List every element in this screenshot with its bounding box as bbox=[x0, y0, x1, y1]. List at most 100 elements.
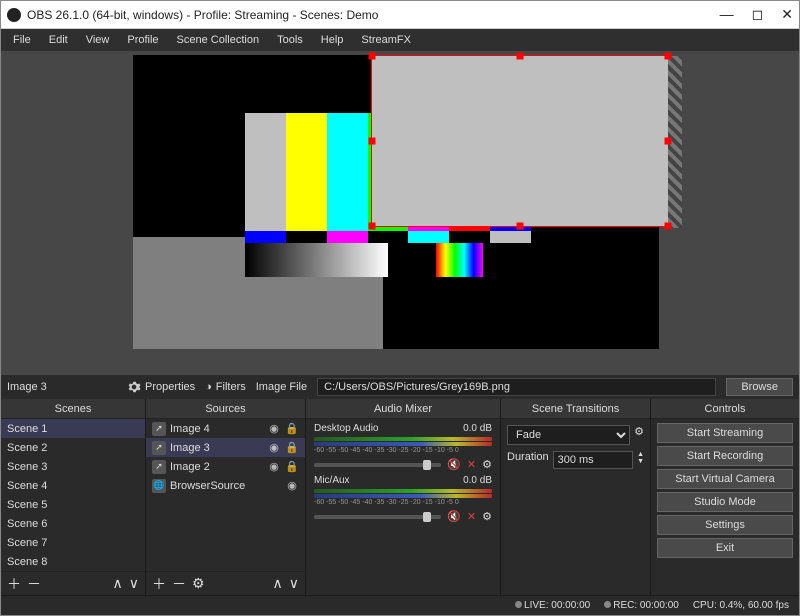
properties-button[interactable]: Properties bbox=[127, 380, 195, 394]
move-source-up-button[interactable]: ∧ bbox=[273, 575, 283, 592]
source-item[interactable]: ➚ Image 2 ◉ 🔒 bbox=[146, 457, 305, 476]
filters-button[interactable]: ◑ Filters bbox=[205, 381, 246, 393]
transition-select[interactable]: Fade bbox=[507, 425, 630, 445]
image-icon: ➚ bbox=[152, 441, 166, 455]
sources-header: Sources bbox=[146, 399, 305, 419]
scene-item[interactable]: Scene 2 bbox=[1, 438, 145, 457]
resize-handle-se[interactable] bbox=[665, 223, 672, 230]
channel-name: Desktop Audio bbox=[314, 423, 379, 434]
mute-button[interactable]: 🔇 bbox=[447, 458, 461, 471]
remove-channel-icon[interactable]: ✕ bbox=[467, 510, 476, 523]
preview-canvas[interactable] bbox=[133, 55, 659, 349]
menu-edit[interactable]: Edit bbox=[41, 32, 76, 48]
transitions-header: Scene Transitions bbox=[501, 399, 650, 419]
visibility-toggle[interactable]: ◉ bbox=[267, 441, 281, 454]
menu-help[interactable]: Help bbox=[313, 32, 352, 48]
duration-input[interactable]: 300 ms bbox=[553, 451, 633, 469]
resize-handle-nw[interactable] bbox=[369, 53, 376, 60]
window-title: OBS 26.1.0 (64-bit, windows) - Profile: … bbox=[27, 8, 720, 22]
source-item[interactable]: 🌐 BrowserSource ◉ bbox=[146, 476, 305, 495]
resize-handle-n[interactable] bbox=[517, 53, 524, 60]
mixer-header: Audio Mixer bbox=[306, 399, 500, 419]
duration-step-up[interactable]: ▲ bbox=[637, 451, 644, 458]
move-scene-down-button[interactable]: ∨ bbox=[129, 575, 139, 592]
preview-area[interactable] bbox=[1, 51, 799, 375]
browse-button[interactable]: Browse bbox=[726, 378, 793, 396]
resize-handle-sw[interactable] bbox=[369, 223, 376, 230]
menu-streamfx[interactable]: StreamFX bbox=[353, 32, 419, 48]
close-button[interactable]: ✕ bbox=[781, 6, 793, 23]
scene-item[interactable]: Scene 7 bbox=[1, 533, 145, 552]
visibility-toggle[interactable]: ◉ bbox=[267, 460, 281, 473]
scene-item[interactable]: Scene 8 bbox=[1, 552, 145, 571]
resize-handle-w[interactable] bbox=[369, 138, 376, 145]
scene-item[interactable]: Scene 5 bbox=[1, 495, 145, 514]
source-item[interactable]: ➚ Image 3 ◉ 🔒 bbox=[146, 438, 305, 457]
scenes-panel: Scenes Scene 1 Scene 2 Scene 3 Scene 4 S… bbox=[1, 399, 146, 595]
source-item[interactable]: ➚ Image 4 ◉ 🔒 bbox=[146, 419, 305, 438]
sources-list[interactable]: ➚ Image 4 ◉ 🔒 ➚ Image 3 ◉ 🔒 ➚ Image 2 ◉ … bbox=[146, 419, 305, 571]
mute-button[interactable]: 🔇 bbox=[447, 510, 461, 523]
menu-file[interactable]: File bbox=[5, 32, 39, 48]
maximize-button[interactable]: ◻ bbox=[752, 6, 764, 23]
lock-toggle[interactable]: 🔒 bbox=[285, 441, 299, 454]
channel-level: 0.0 dB bbox=[463, 475, 492, 486]
scene-item[interactable]: Scene 6 bbox=[1, 514, 145, 533]
scene-item[interactable]: Scene 4 bbox=[1, 476, 145, 495]
menu-tools[interactable]: Tools bbox=[269, 32, 311, 48]
exit-button[interactable]: Exit bbox=[657, 538, 793, 558]
rec-status: REC: 00:00:00 bbox=[613, 600, 679, 611]
channel-settings-button[interactable]: ⚙ bbox=[482, 510, 492, 523]
cpu-status: CPU: 0.4%, 60.00 fps bbox=[693, 600, 789, 611]
transition-settings-button[interactable]: ⚙ bbox=[634, 425, 644, 445]
mixer-channel: Mic/Aux0.0 dB -60 -55 -50 -45 -40 -35 -3… bbox=[306, 471, 500, 523]
file-path-input[interactable]: C:/Users/OBS/Pictures/Grey169B.png bbox=[317, 378, 716, 396]
source-settings-button[interactable]: ⚙ bbox=[192, 575, 205, 592]
remove-source-button[interactable]: － bbox=[172, 574, 186, 594]
menu-view[interactable]: View bbox=[78, 32, 118, 48]
meter-ticks: -60 -55 -50 -45 -40 -35 -30 -25 -20 -15 … bbox=[314, 447, 492, 454]
duration-step-down[interactable]: ▼ bbox=[637, 458, 644, 465]
lock-toggle[interactable]: 🔒 bbox=[285, 460, 299, 473]
remove-scene-button[interactable]: － bbox=[27, 574, 41, 594]
transitions-panel: Scene Transitions Fade ⚙ Duration 300 ms… bbox=[501, 399, 651, 595]
menu-scene-collection[interactable]: Scene Collection bbox=[169, 32, 268, 48]
scenes-list[interactable]: Scene 1 Scene 2 Scene 3 Scene 4 Scene 5 … bbox=[1, 419, 145, 571]
resize-handle-ne[interactable] bbox=[665, 53, 672, 60]
channel-settings-button[interactable]: ⚙ bbox=[482, 458, 492, 471]
vu-meter bbox=[314, 442, 492, 446]
resize-handle-s[interactable] bbox=[517, 223, 524, 230]
channel-name: Mic/Aux bbox=[314, 475, 350, 486]
source-image3-selected[interactable] bbox=[371, 55, 669, 227]
move-source-down-button[interactable]: ∨ bbox=[289, 575, 299, 592]
lock-toggle[interactable]: 🔒 bbox=[285, 422, 299, 435]
menubar: File Edit View Profile Scene Collection … bbox=[1, 29, 799, 51]
app-window: OBS 26.1.0 (64-bit, windows) - Profile: … bbox=[0, 0, 800, 616]
start-streaming-button[interactable]: Start Streaming bbox=[657, 423, 793, 443]
titlebar: OBS 26.1.0 (64-bit, windows) - Profile: … bbox=[1, 1, 799, 29]
visibility-toggle[interactable]: ◉ bbox=[285, 479, 299, 492]
menu-profile[interactable]: Profile bbox=[119, 32, 166, 48]
volume-slider[interactable] bbox=[314, 463, 441, 467]
settings-button[interactable]: Settings bbox=[657, 515, 793, 535]
start-recording-button[interactable]: Start Recording bbox=[657, 446, 793, 466]
move-scene-up-button[interactable]: ∧ bbox=[113, 575, 123, 592]
controls-panel: Controls Start Streaming Start Recording… bbox=[651, 399, 799, 595]
resize-handle-e[interactable] bbox=[665, 138, 672, 145]
remove-channel-icon[interactable]: ✕ bbox=[467, 458, 476, 471]
start-virtual-camera-button[interactable]: Start Virtual Camera bbox=[657, 469, 793, 489]
add-scene-button[interactable]: ＋ bbox=[7, 574, 21, 594]
scene-item[interactable]: Scene 3 bbox=[1, 457, 145, 476]
studio-mode-button[interactable]: Studio Mode bbox=[657, 492, 793, 512]
add-source-button[interactable]: ＋ bbox=[152, 574, 166, 594]
gear-icon bbox=[127, 380, 141, 394]
source-properties-bar: Image 3 Properties ◑ Filters Image File … bbox=[1, 375, 799, 399]
live-status: LIVE: 00:00:00 bbox=[524, 600, 590, 611]
vu-meter bbox=[314, 437, 492, 441]
minimize-button[interactable]: — bbox=[720, 6, 734, 23]
channel-level: 0.0 dB bbox=[463, 423, 492, 434]
filters-icon: ◑ bbox=[205, 381, 212, 393]
visibility-toggle[interactable]: ◉ bbox=[267, 422, 281, 435]
volume-slider[interactable] bbox=[314, 515, 441, 519]
scene-item[interactable]: Scene 1 bbox=[1, 419, 145, 438]
